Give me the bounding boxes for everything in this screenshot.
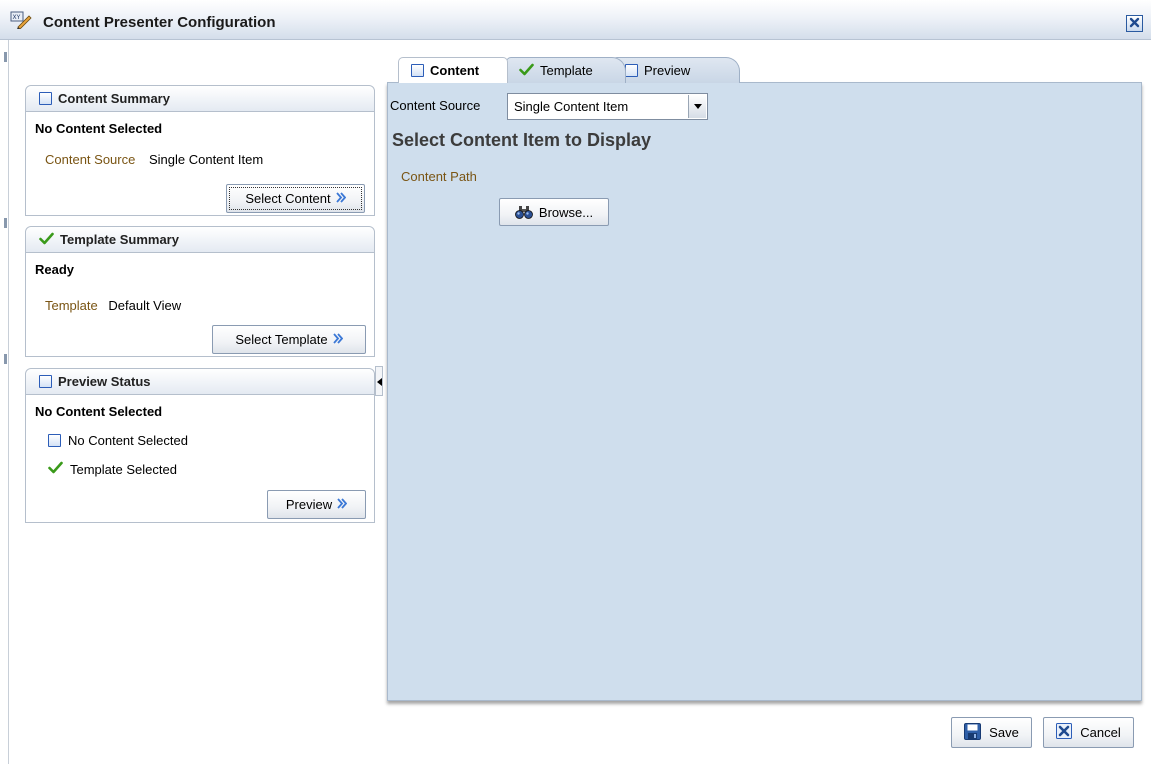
status-item-label: No Content Selected [68, 433, 188, 448]
content-summary-panel: Content Summary No Content Selected Cont… [25, 85, 375, 216]
collapse-left-icon [376, 374, 382, 389]
content-source-selected: Single Content Item [514, 99, 629, 114]
status-item: Template Selected [48, 461, 177, 477]
checkbox-icon [625, 64, 638, 77]
content-source-select-label: Content Source [390, 98, 481, 113]
tab-template-label: Template [540, 63, 593, 78]
binoculars-icon [515, 205, 533, 219]
close-button[interactable] [1126, 15, 1143, 32]
tab-template[interactable]: Template [506, 57, 626, 83]
template-summary-status: Ready [35, 262, 75, 277]
select-content-button[interactable]: Select Content [226, 184, 365, 213]
template-summary-title: Template Summary [60, 232, 179, 247]
template-value: Default View [108, 298, 182, 313]
checkbox-icon [39, 92, 52, 105]
left-resize-edge[interactable] [0, 40, 9, 764]
status-item: No Content Selected [48, 433, 188, 448]
select-template-button[interactable]: Select Template [212, 325, 366, 354]
chevron-right-icon [332, 332, 343, 347]
content-source-value: Single Content Item [148, 152, 264, 167]
edge-marker [4, 218, 7, 228]
template-label: Template [45, 298, 98, 313]
edge-marker [4, 354, 7, 364]
checkmark-icon [48, 461, 63, 477]
status-item-label: Template Selected [70, 461, 177, 477]
template-summary-header: Template Summary [26, 227, 374, 253]
browse-button[interactable]: Browse... [499, 198, 609, 226]
preview-status-panel: Preview Status No Content Selected No Co… [25, 368, 375, 523]
content-summary-header: Content Summary [26, 86, 374, 112]
tab-content-label: Content [430, 63, 480, 78]
chevron-right-icon [337, 497, 348, 512]
panel-collapse-handle[interactable] [375, 366, 383, 396]
window-titlebar: XY Content Presenter Configuration [0, 0, 1151, 40]
content-summary-status: No Content Selected [35, 121, 163, 136]
tab-content[interactable]: Content [398, 57, 508, 83]
select-template-label: Select Template [235, 332, 328, 347]
cancel-x-icon [1056, 723, 1073, 742]
chevron-right-icon [335, 191, 346, 206]
cancel-button-label: Cancel [1080, 725, 1121, 740]
preview-button[interactable]: Preview [267, 490, 366, 519]
preview-status-header: Preview Status [26, 369, 374, 395]
checkbox-icon [411, 64, 424, 77]
content-source-row: Content Source Single Content Item [45, 152, 263, 167]
browse-button-label: Browse... [538, 204, 594, 220]
save-button[interactable]: Save [951, 717, 1032, 748]
select-content-label: Select Content [245, 191, 331, 206]
checkbox-icon [48, 434, 61, 447]
tab-preview-label: Preview [644, 63, 691, 78]
dropdown-arrow-icon [688, 95, 706, 118]
preview-button-label: Preview [285, 497, 333, 512]
close-icon [1129, 16, 1140, 31]
section-title: Select Content Item to Display [392, 130, 652, 150]
save-button-label: Save [989, 725, 1019, 740]
content-summary-title: Content Summary [58, 91, 170, 106]
preview-status-title: Preview Status [58, 374, 151, 389]
svg-text:XY: XY [13, 14, 21, 21]
template-summary-panel: Template Summary Ready Template Default … [25, 226, 375, 357]
checkmark-icon [519, 63, 534, 79]
content-tab-panel [387, 82, 1142, 701]
save-disk-icon [964, 722, 982, 743]
content-source-select[interactable]: Single Content Item [507, 93, 708, 120]
template-row: Template Default View [45, 298, 181, 313]
checkbox-icon [39, 375, 52, 388]
checkmark-icon [39, 232, 54, 248]
edge-marker [4, 52, 7, 62]
tab-preview[interactable]: Preview [612, 57, 740, 83]
content-path-label: Content Path [401, 169, 477, 184]
content-source-label: Content Source [45, 152, 136, 167]
cancel-button[interactable]: Cancel [1043, 717, 1134, 748]
window-title: Content Presenter Configuration [43, 14, 276, 31]
preview-status-text: No Content Selected [35, 404, 163, 419]
edit-pencil-icon: XY [10, 11, 32, 30]
